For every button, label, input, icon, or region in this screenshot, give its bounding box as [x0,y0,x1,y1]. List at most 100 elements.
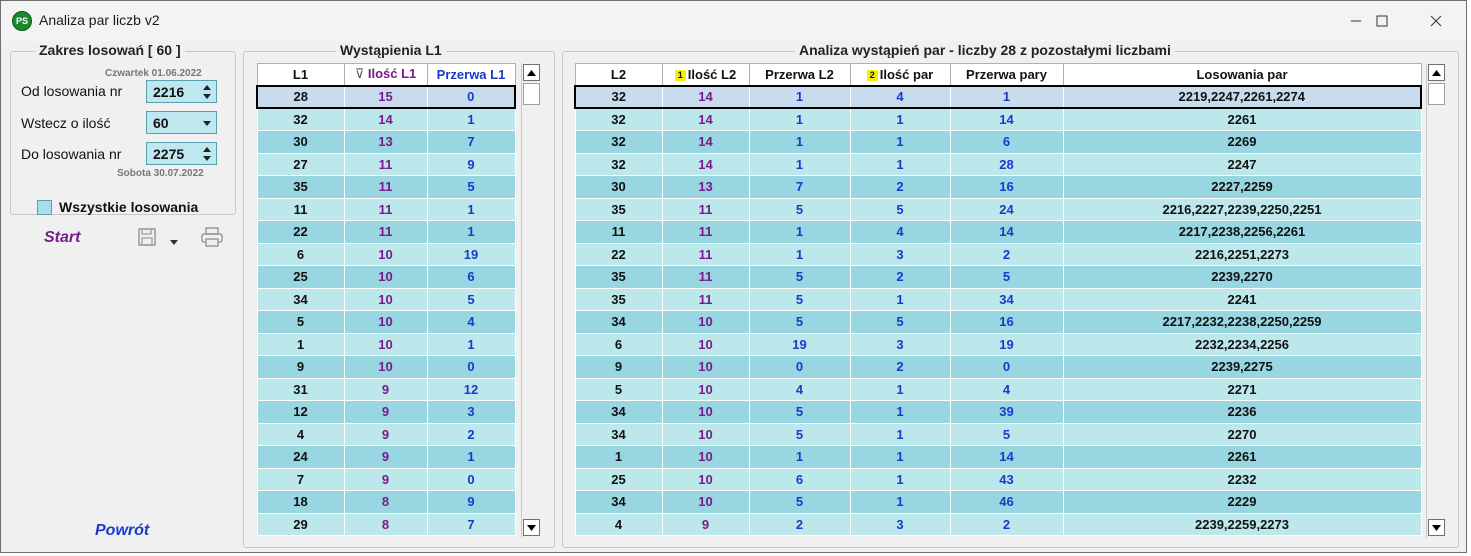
table-row[interactable]: 22 11 1 3 2 2216,2251,2273 [574,242,1422,266]
col-header-l2[interactable]: L2 [574,63,663,86]
table-row[interactable]: 34 10 5 [256,287,516,311]
from-draw-spinner[interactable]: 2216 [146,80,217,103]
table-cell: 5 [748,310,851,334]
table-row[interactable]: 34 10 5 5 16 2217,2232,2238,2250,2259 [574,310,1422,334]
table-row[interactable]: 25 10 6 [256,265,516,289]
table-row[interactable]: 12 9 3 [256,400,516,424]
table-cell: 9 [343,445,428,469]
col-header-pair-draws[interactable]: Losowania par [1062,63,1422,86]
table-row[interactable]: 30 13 7 [256,130,516,154]
scroll-down-button[interactable] [1428,519,1445,536]
spin-arrows-icon [203,85,211,99]
table-cell: 10 [661,355,750,379]
range-group: Zakres losowań [ 60 ] Czwartek 01.06.202… [10,42,236,215]
table-row[interactable]: 1 10 1 [256,332,516,356]
scroll-thumb[interactable] [1428,83,1445,105]
table-row[interactable]: 32 14 1 [256,107,516,131]
scroll-up-button[interactable] [1428,64,1445,81]
table-cell: 1 [849,400,951,424]
table-cell: 8 [343,490,428,514]
col-header-gap-l2[interactable]: Przerwa L2 [748,63,851,86]
table-cell: 2 [949,512,1064,536]
table-cell: 32 [574,152,663,176]
table-row[interactable]: 6 10 19 3 19 2232,2234,2256 [574,332,1422,356]
col-header-gap-l1[interactable]: Przerwa L1 [426,63,516,86]
table-row[interactable]: 32 14 1 1 28 2247 [574,152,1422,176]
table-cell: 5 [748,400,851,424]
table-row[interactable]: 1 10 1 1 14 2261 [574,445,1422,469]
close-button[interactable] [1413,1,1459,41]
table-cell: 2 [849,265,951,289]
table-row[interactable]: 34 10 5 1 46 2229 [574,490,1422,514]
table-cell: 2 [949,242,1064,266]
scroll-thumb[interactable] [523,83,540,105]
table-row[interactable]: 30 13 7 2 16 2227,2259 [574,175,1422,199]
back-link[interactable]: Powrót [95,522,149,540]
table-row[interactable]: 32 14 1 1 14 2261 [574,107,1422,131]
scroll-down-button[interactable] [523,519,540,536]
table-row[interactable]: 6 10 19 [256,242,516,266]
table-row[interactable]: 18 8 9 [256,490,516,514]
table-row[interactable]: 35 11 5 5 24 2216,2227,2239,2250,2251 [574,197,1422,221]
sort-priority-1-badge: 1 [674,69,686,81]
table-row[interactable]: 4 9 2 3 2 2239,2259,2273 [574,512,1422,536]
table-row[interactable]: 9 10 0 2 0 2239,2275 [574,355,1422,379]
maximize-button[interactable] [1359,1,1405,41]
table-row[interactable]: 31 9 12 [256,377,516,401]
col-header-count-l2[interactable]: 1 Ilość L2 [661,63,750,86]
table-cell: 11 [343,152,428,176]
print-button[interactable] [201,227,223,252]
table-cell: 9 [256,355,345,379]
table-cell: 6 [256,242,345,266]
to-draw-spinner[interactable]: 2275 [146,142,217,165]
col-header-l1[interactable]: L1 [256,63,345,86]
table-cell: 2239,2270 [1062,265,1422,289]
table-row[interactable]: 5 10 4 [256,310,516,334]
table-row[interactable]: 27 11 9 [256,152,516,176]
table-row[interactable]: 29 8 7 [256,512,516,536]
scroll-up-button[interactable] [523,64,540,81]
table-cell: 1 [748,220,851,244]
table-row[interactable]: 34 10 5 1 5 2270 [574,422,1422,446]
start-button[interactable]: Start [44,229,80,247]
table-cell: 9 [426,152,516,176]
table-cell: 10 [661,445,750,469]
table-row[interactable]: 35 11 5 [256,175,516,199]
save-dropdown-button[interactable] [169,233,179,251]
table-cell: 11 [661,197,750,221]
table-cell: 2216,2251,2273 [1062,242,1422,266]
table-row[interactable]: 22 11 1 [256,220,516,244]
table-row[interactable]: 34 10 5 1 39 2236 [574,400,1422,424]
all-draws-checkbox[interactable] [37,200,52,215]
table-row[interactable]: 5 10 4 1 4 2271 [574,377,1422,401]
table-row[interactable]: 32 14 1 1 6 2269 [574,130,1422,154]
table-row[interactable]: 25 10 6 1 43 2232 [574,467,1422,491]
table-row[interactable]: 790 [256,467,516,491]
occurrences-scrollbar[interactable] [521,63,541,538]
table-cell: 10 [343,355,428,379]
pair-analysis-scrollbar[interactable] [1426,63,1446,538]
table-row[interactable]: 492 [256,422,516,446]
table-row[interactable]: 28 15 0 [256,84,516,109]
table-cell: 2236 [1062,400,1422,424]
col-header-count-l1[interactable]: ⊽ Ilość L1 [343,63,428,86]
col-header-gap-l1-label: Przerwa L1 [436,66,506,82]
table-cell: 10 [661,490,750,514]
back-count-select[interactable]: 60 [146,111,217,134]
table-row[interactable]: 11 11 1 [256,197,516,221]
table-cell: 6 [748,467,851,491]
table-row[interactable]: 24 9 1 [256,445,516,469]
table-row[interactable]: 35 11 5 1 34 2241 [574,287,1422,311]
table-row[interactable]: 32 14 1 4 1 2219,2247,2261,2274 [574,84,1422,109]
col-header-count-l2-label: Ilość L2 [687,66,737,82]
save-button[interactable] [138,228,156,251]
table-cell: 0 [949,355,1064,379]
table-row[interactable]: 9 10 0 [256,355,516,379]
table-row[interactable]: 35 11 5 2 5 2239,2270 [574,265,1422,289]
table-cell: 0 [426,355,516,379]
table-cell: 2232,2234,2256 [1062,332,1422,356]
col-header-pair-gap[interactable]: Przerwa pary [949,63,1064,86]
table-row[interactable]: 11 11 1 4 14 2217,2238,2256,2261 [574,220,1422,244]
table-cell: 6 [426,265,516,289]
col-header-pair-count[interactable]: 2 Ilość par [849,63,951,86]
